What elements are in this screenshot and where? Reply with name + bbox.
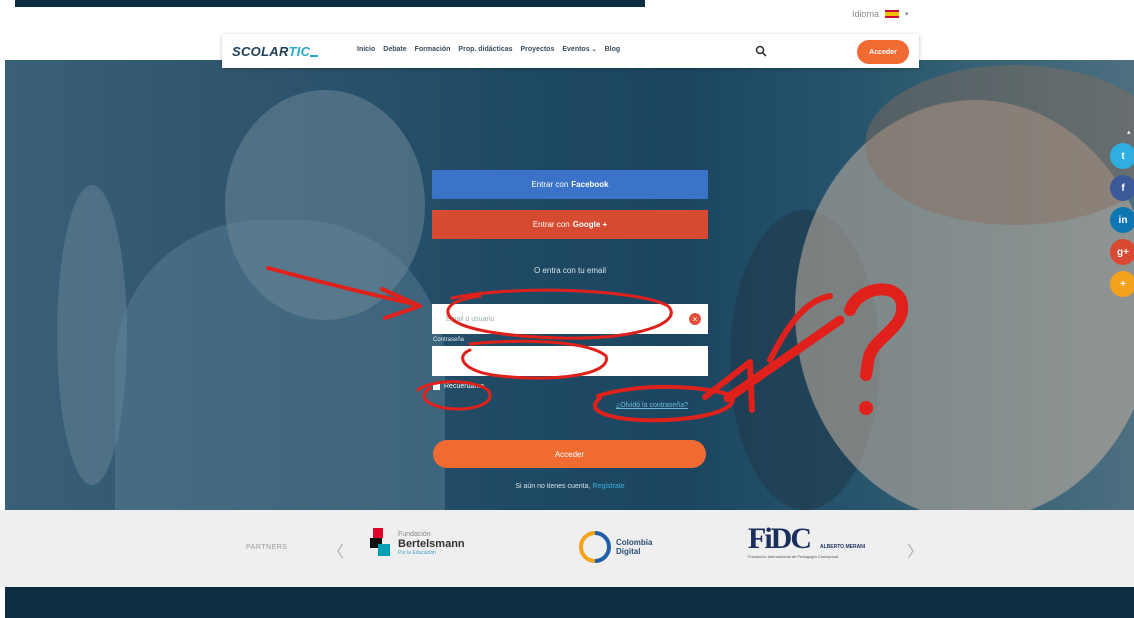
nav-menu: Inicio Debate Formación Prop. didácticas… [357,46,620,53]
clear-input-icon[interactable]: × [689,313,701,325]
partner-colombia-digital-logo[interactable]: Colombia Digital [578,530,652,564]
search-icon[interactable] [755,45,767,57]
google-login-brand: Google + [572,220,608,229]
facebook-login-button[interactable]: Entrar con Facebook [432,170,708,199]
google-login-prefix: Entrar con [532,220,570,229]
login-submit-button[interactable]: Acceder [433,440,706,468]
teacher-head [225,90,425,320]
register-link[interactable]: Regístrate [592,483,624,490]
logo-main: SCOLAR [232,43,289,59]
nav-item-inicio[interactable]: Inicio [357,46,375,53]
carousel-next-icon[interactable]: 〉 [907,538,923,562]
partner-fidc-logo[interactable]: FiDC ALBERTO MERANI Fundación Internacio… [748,524,865,560]
logo-accent: TIC [288,43,311,59]
bertelsmann-line3: Por la Educación [398,549,436,556]
facebook-login-prefix: Entrar con [531,180,569,189]
bertelsmann-mark-icon [370,528,390,556]
fidc-side-text: ALBERTO MERANI [820,544,866,550]
language-selector[interactable]: Idioma ▾ [852,9,909,19]
top-dark-bar [15,0,645,7]
remember-me-label: Recuérdame [444,383,485,390]
chevron-down-icon: ⌄ [591,47,597,53]
password-field[interactable] [432,346,708,376]
colombia-line1: Colombia [616,538,653,547]
email-login-heading: O entra con tu email [533,266,607,275]
colombia-line2: Digital [616,547,641,556]
remember-me-checkbox[interactable]: Recuérdame [433,383,484,390]
spain-flag-icon [885,10,900,18]
chevron-down-icon: ▾ [905,11,909,18]
nav-item-proyectos[interactable]: Proyectos [521,46,555,53]
page: { "language": { "label": "Idioma" }, "na… [0,0,1134,618]
share-icon[interactable]: + [1110,271,1134,297]
email-field[interactable]: Email o usuario [432,304,708,334]
nav-item-prop-didacticas[interactable]: Prop. didácticas [458,46,512,53]
partners-label: PARTNERS [246,544,288,551]
bertelsmann-text: Fundación Bertelsmann Por la Educación [398,531,465,556]
checkbox-square[interactable] [433,383,440,390]
forgot-password-link[interactable]: ¿Olvidó la contraseña? [616,402,688,409]
nav-item-formacion[interactable]: Formación [415,46,451,53]
nav-item-blog[interactable]: Blog [605,46,621,53]
nav-item-eventos-label: Eventos [562,46,590,53]
carousel-prev-icon[interactable]: 〈 [328,538,344,562]
facebook-login-brand: Facebook [571,180,609,189]
site-logo[interactable]: SCOLARTIC [232,43,319,59]
nav-item-debate[interactable]: Debate [383,46,406,53]
navbar-login-button[interactable]: Acceder [857,40,909,64]
colombia-digital-ring-icon [579,531,611,563]
language-label: Idioma [852,9,880,19]
partners-strip: PARTNERS 〈 Fundación Bertelsmann Por la … [0,510,1134,587]
facebook-icon[interactable]: f [1110,175,1134,201]
linkedin-icon[interactable]: in [1110,207,1134,233]
google-login-button[interactable]: Entrar con Google + [432,210,708,239]
bertelsmann-line2: Bertelsmann [398,537,465,550]
register-prefix: Si aún no tienes cuenta, [515,483,591,490]
google-plus-icon[interactable]: g+ [1110,239,1134,265]
collapse-chevron-icon[interactable]: ▴ [1127,128,1131,136]
logo-underscore [310,54,319,57]
bertelsmann-line1: Fundación [398,530,431,538]
twitter-icon[interactable]: t [1110,143,1134,169]
nav-item-eventos[interactable]: Eventos ⌄ [562,46,596,53]
register-prompt: Si aún no tienes cuenta, Regístrate [432,483,708,490]
fidc-small-text: Fundación Internacional de Pedagogía Con… [748,554,839,559]
password-label: Contraseña [433,337,465,343]
colombia-digital-text: Colombia Digital [616,538,652,556]
main-navbar: SCOLARTIC Inicio Debate Formación Prop. … [222,34,919,68]
partner-bertelsmann-logo[interactable]: Fundación Bertelsmann Por la Educación [370,528,465,558]
email-placeholder: Email o usuario [446,315,495,323]
question-mark-text: ? [0,0,1,1]
footer-bar [5,587,1134,618]
